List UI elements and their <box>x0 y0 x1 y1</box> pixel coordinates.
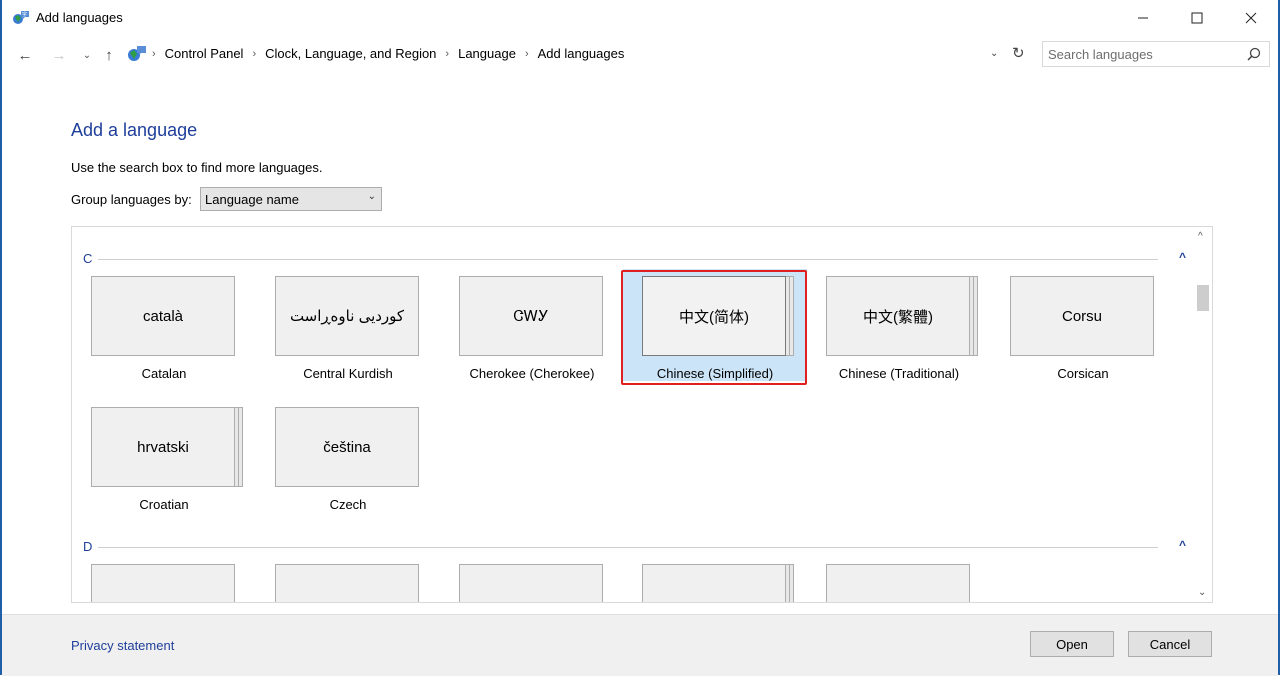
page-title: Add a language <box>71 120 198 140</box>
section-letter: C <box>83 251 93 266</box>
scroll-up-icon[interactable]: ^ <box>1198 231 1203 242</box>
minimize-icon <box>1138 17 1148 19</box>
chevron-right-icon[interactable]: › <box>525 48 529 60</box>
scroll-thumb[interactable] <box>1197 285 1209 311</box>
language-name: Catalan <box>141 366 187 381</box>
language-name: Czech <box>329 497 367 512</box>
refresh-icon[interactable]: ↻ <box>1012 44 1025 62</box>
up-button[interactable]: ↑ <box>100 46 118 64</box>
search-icon[interactable] <box>1247 47 1261 61</box>
section-letter: D <box>83 539 93 554</box>
language-name: Central Kurdish <box>303 366 393 381</box>
search-input[interactable] <box>1043 42 1253 66</box>
highlight-frame <box>621 270 807 385</box>
back-button[interactable]: ← <box>16 46 34 64</box>
language-globe-icon <box>128 46 146 61</box>
section-header-c: C ^ <box>72 250 1192 267</box>
minimize-button[interactable] <box>1116 0 1170 36</box>
collapse-chevron-up-icon[interactable]: ^ <box>1179 250 1186 264</box>
svg-text:字: 字 <box>22 11 27 18</box>
language-tile-chinese-traditional[interactable]: 中文(繁體) Chinese (Traditional) <box>826 276 978 382</box>
address-bar: ← → ⌄ ↑ › Control Panel › Clock, Languag… <box>2 38 1278 72</box>
close-button[interactable] <box>1224 0 1278 36</box>
breadcrumb-language[interactable]: Language <box>458 46 516 61</box>
instruction-text: Use the search box to find more language… <box>71 160 323 175</box>
language-native-name: català <box>91 276 235 356</box>
group-by-label: Group languages by: <box>71 192 192 207</box>
language-tile[interactable] <box>275 564 421 602</box>
language-native-name: ᏣᎳᎩ <box>459 276 603 356</box>
language-tile-corsican[interactable]: Corsu Corsican <box>1010 276 1156 382</box>
window-title: Add languages <box>36 10 123 25</box>
language-tile-cherokee[interactable]: ᏣᎳᎩ Cherokee (Cherokee) <box>459 276 605 382</box>
close-icon <box>1245 12 1257 24</box>
group-by-select[interactable]: Language name ⌄ <box>200 187 382 211</box>
language-tile-catalan[interactable]: català Catalan <box>91 276 237 382</box>
language-tile-face <box>642 564 786 602</box>
group-by-value: Language name <box>205 192 299 207</box>
forward-arrow-icon: → <box>51 46 67 64</box>
recent-locations-button[interactable]: ⌄ <box>78 46 96 64</box>
open-button[interactable]: Open <box>1030 631 1114 657</box>
up-arrow-icon: ↑ <box>105 46 113 64</box>
language-name: Corsican <box>1057 366 1109 381</box>
chevron-down-icon: ⌄ <box>367 191 376 202</box>
title-bar: 字 Add languages <box>2 0 1278 36</box>
language-tile[interactable] <box>642 564 794 602</box>
language-native-name: čeština <box>275 407 419 487</box>
language-globe-icon: 字 <box>13 11 29 24</box>
back-arrow-icon: ← <box>17 46 33 64</box>
language-list: C ^ català Catalan کوردیی ناوەڕاست Centr… <box>71 226 1213 603</box>
language-tile-face <box>826 564 970 602</box>
section-divider <box>98 547 1158 548</box>
chevron-right-icon[interactable]: › <box>445 48 449 60</box>
breadcrumb-clock-language-region[interactable]: Clock, Language, and Region <box>265 46 436 61</box>
language-tile[interactable] <box>826 564 972 602</box>
search-box <box>1042 41 1270 67</box>
language-name: Chinese (Traditional) <box>838 366 960 381</box>
footer: Privacy statement Open Cancel <box>2 614 1278 676</box>
language-native-name: 中文(繁體) <box>826 276 970 356</box>
language-native-name: Corsu <box>1010 276 1154 356</box>
language-native-name: کوردیی ناوەڕاست <box>275 276 419 356</box>
collapse-chevron-up-icon[interactable]: ^ <box>1179 538 1186 552</box>
language-name: Cherokee (Cherokee) <box>469 366 595 381</box>
scroll-down-icon[interactable]: ⌄ <box>1198 587 1206 598</box>
language-tile-face <box>459 564 603 602</box>
window-border <box>0 0 2 675</box>
language-name: Croatian <box>139 497 189 512</box>
chevron-down-icon: ⌄ <box>82 49 92 61</box>
section-header-d: D ^ <box>72 538 1192 555</box>
breadcrumb-control-panel[interactable]: Control Panel <box>165 46 244 61</box>
privacy-statement-link[interactable]: Privacy statement <box>71 638 174 653</box>
chevron-right-icon[interactable]: › <box>152 48 156 60</box>
language-tile[interactable] <box>91 564 237 602</box>
breadcrumb-add-languages[interactable]: Add languages <box>538 46 625 61</box>
language-tile-croatian[interactable]: hrvatski Croatian <box>91 407 243 513</box>
vertical-scrollbar[interactable]: ^ ⌄ <box>1194 227 1212 602</box>
language-tile-face <box>275 564 419 602</box>
address-dropdown-icon[interactable]: ⌄ <box>990 48 998 59</box>
language-native-name: hrvatski <box>91 407 235 487</box>
cancel-button[interactable]: Cancel <box>1128 631 1212 657</box>
forward-button[interactable]: → <box>50 46 68 64</box>
language-tile-face <box>91 564 235 602</box>
language-tile-central-kurdish[interactable]: کوردیی ناوەڕاست Central Kurdish <box>275 276 421 382</box>
maximize-button[interactable] <box>1170 0 1224 36</box>
breadcrumb: › Control Panel › Clock, Language, and R… <box>152 46 624 61</box>
section-divider <box>98 259 1158 260</box>
language-tile-czech[interactable]: čeština Czech <box>275 407 421 513</box>
language-tile[interactable] <box>459 564 605 602</box>
maximize-icon <box>1191 12 1203 24</box>
chevron-right-icon[interactable]: › <box>252 48 256 60</box>
